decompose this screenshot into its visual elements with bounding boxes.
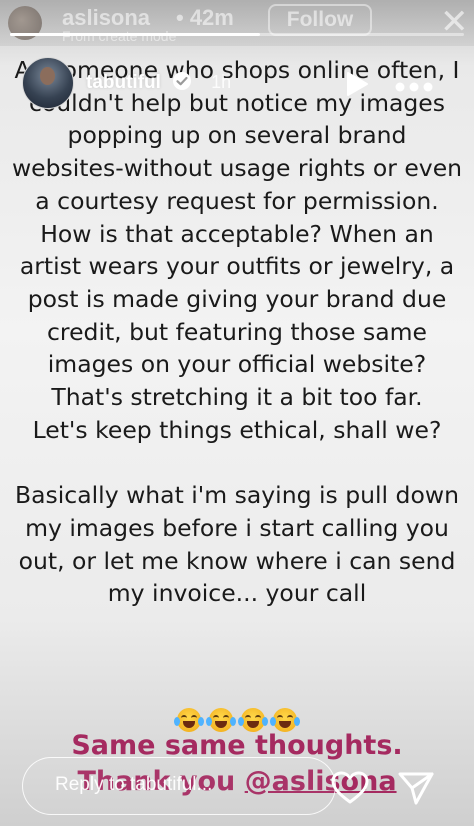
reply-bar[interactable] — [22, 757, 336, 815]
story-author-row: tabutiful 1h — [86, 71, 231, 99]
close-icon[interactable]: ✕ — [440, 2, 469, 42]
story-paragraph: As someone who shops online often, I cou… — [11, 56, 463, 379]
story-paragraph: Basically what i'm saying is pull down m… — [15, 481, 459, 608]
story-time: 1h — [211, 72, 232, 92]
story-paragraph: Let's keep things ethical, shall we? — [32, 415, 442, 444]
more-icon[interactable] — [394, 78, 434, 97]
follow-button[interactable]: Follow — [268, 4, 372, 36]
outer-subtitle: From create mode — [62, 28, 177, 44]
outer-time: • 42m — [176, 5, 234, 30]
outer-story-header: aslisona • 42m From create mode Follow ✕ — [0, 0, 474, 46]
story-author-avatar[interactable] — [22, 57, 74, 109]
verified-icon — [172, 71, 192, 95]
story-progress-fill — [10, 33, 260, 36]
story-author-username[interactable]: tabutiful — [86, 72, 161, 93]
send-icon[interactable] — [396, 768, 436, 812]
reply-input[interactable] — [55, 774, 325, 796]
story-body-text: As someone who shops online often, I cou… — [10, 54, 464, 610]
avatar-face — [40, 67, 55, 85]
play-icon[interactable] — [342, 70, 370, 102]
story-progress-bar — [10, 33, 464, 36]
heart-icon[interactable] — [330, 770, 370, 810]
story-paragraph: That's stretching it a bit too far. — [51, 383, 423, 412]
